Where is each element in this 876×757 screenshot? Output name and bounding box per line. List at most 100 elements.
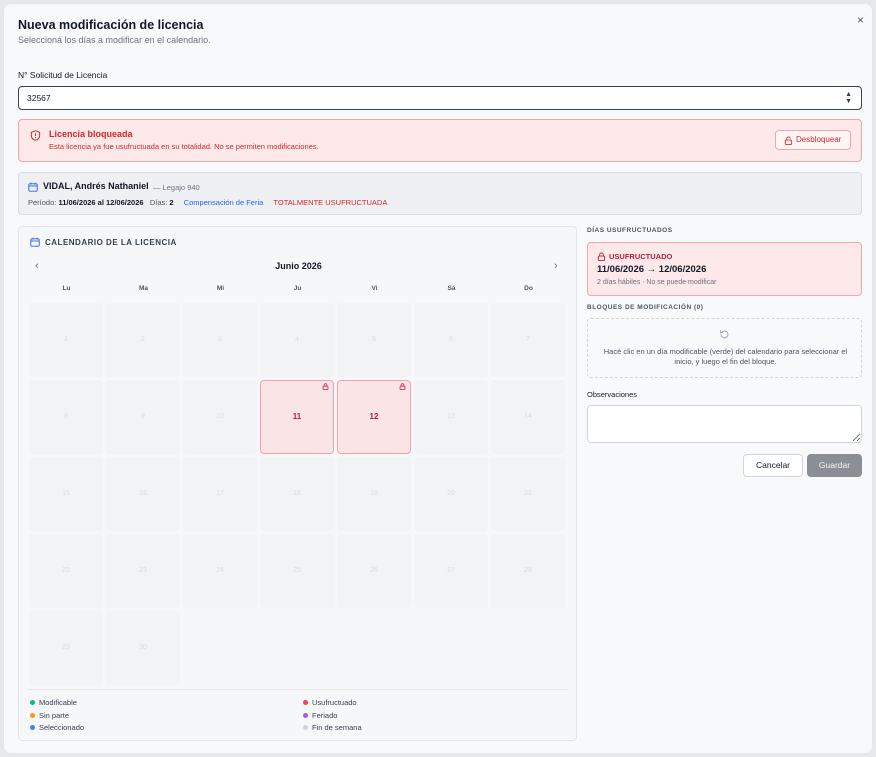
weekday-label: Sá xyxy=(447,285,456,292)
calendar-day[interactable]: 29 xyxy=(29,611,103,685)
used-range: 11/06/2026 → 12/06/2026 xyxy=(597,264,707,275)
weekday-label: Ju xyxy=(293,285,302,292)
day-number: 25 xyxy=(293,567,301,574)
calendar-day[interactable]: 6 xyxy=(414,303,488,377)
calendar-day[interactable]: 13 xyxy=(414,380,488,454)
modal-subtitle: Seleccioná los días a modificar en el ca… xyxy=(18,35,211,45)
observations-input[interactable] xyxy=(587,405,862,443)
save-button[interactable]: Guardar xyxy=(807,454,862,477)
period-value: 11/06/2026 al 12/06/2026 xyxy=(58,198,144,207)
calendar-day[interactable]: 14 xyxy=(491,380,565,454)
calendar-day[interactable]: 19 xyxy=(337,457,411,531)
modal-dialog: Nueva modificación de licencia Seleccion… xyxy=(3,3,873,754)
calendar-day[interactable]: 18 xyxy=(260,457,334,531)
day-number: 27 xyxy=(447,567,455,574)
calendar-day[interactable]: 4 xyxy=(260,303,334,377)
day-number: 18 xyxy=(293,490,301,497)
day-number: 2 xyxy=(141,336,145,343)
calendar-day[interactable]: 17 xyxy=(183,457,257,531)
locked-alert: Licencia bloqueada Esta licencia ya fue … xyxy=(18,119,862,162)
alert-description: Esta licencia ya fue usufructuada en su … xyxy=(49,142,319,151)
day-number: 26 xyxy=(370,567,378,574)
legend-label: Seleccionado xyxy=(39,723,85,732)
calendar-day[interactable]: 3 xyxy=(183,303,257,377)
weekday-label: Mi xyxy=(216,285,225,292)
calendar-icon xyxy=(30,237,40,247)
weekday-label: Lu xyxy=(62,285,71,292)
used-days-card: USUFRUCTUADO 11/06/2026 → 12/06/2026 2 d… xyxy=(587,242,862,296)
day-number: 12 xyxy=(369,412,379,421)
legend-dot-icon xyxy=(30,712,35,718)
calendar-icon xyxy=(28,182,38,192)
day-number: 1 xyxy=(64,336,68,343)
legend-dot-icon xyxy=(303,700,308,705)
calendar-day[interactable]: 26 xyxy=(337,534,411,608)
employee-legajo: — Legajo 940 xyxy=(153,183,200,192)
day-number: 7 xyxy=(526,336,530,343)
calendar-day[interactable]: 1 xyxy=(29,303,103,377)
calendar-day[interactable]: 9 xyxy=(106,380,180,454)
cancel-button[interactable]: Cancelar xyxy=(743,454,803,477)
calendar-day[interactable]: 24 xyxy=(183,534,257,608)
calendar-day-used[interactable]: 12 xyxy=(337,380,411,454)
calendar-day[interactable]: 27 xyxy=(414,534,488,608)
day-number: 29 xyxy=(62,644,70,651)
legend-label: Fin de semana xyxy=(312,723,362,732)
weekday-label: Vi xyxy=(371,285,378,292)
request-select[interactable]: 32567 ▲ ▼ xyxy=(18,86,862,110)
calendar-day[interactable]: 21 xyxy=(491,457,565,531)
legend-item: Modificable xyxy=(30,698,77,707)
unlock-label: Desbloquear xyxy=(796,135,842,144)
day-number: 17 xyxy=(216,490,224,497)
legend-item: Feriado xyxy=(303,711,337,720)
calendar-day[interactable]: 28 xyxy=(491,534,565,608)
day-number: 23 xyxy=(139,567,147,574)
day-number: 22 xyxy=(62,567,70,574)
lock-icon xyxy=(322,383,329,391)
used-tag: USUFRUCTUADO xyxy=(609,252,673,261)
calendar-day[interactable]: 16 xyxy=(106,457,180,531)
request-value: 32567 xyxy=(27,93,51,103)
calendar-panel: CALENDARIO DE LA LICENCIA ‹ › Junio 2026… xyxy=(18,226,577,741)
calendar-header: CALENDARIO DE LA LICENCIA xyxy=(30,237,177,247)
day-number: 4 xyxy=(295,336,299,343)
calendar-day[interactable]: 7 xyxy=(491,303,565,377)
employee-card: VIDAL, Andrés Nathaniel — Legajo 940 Per… xyxy=(18,172,862,215)
day-number: 24 xyxy=(216,567,224,574)
calendar-day[interactable]: 23 xyxy=(106,534,180,608)
day-number: 8 xyxy=(64,413,68,420)
calendar-day-used[interactable]: 11 xyxy=(260,380,334,454)
license-summary: Período: 11/06/2026 al 12/06/2026 Días: … xyxy=(28,198,387,207)
modal-title: Nueva modificación de licencia xyxy=(18,18,204,32)
calendar-day[interactable]: 30 xyxy=(106,611,180,685)
blocks-empty-state: Hacé clic en un día modificable (verde) … xyxy=(587,318,862,378)
legend-item: Sin parte xyxy=(30,711,69,720)
unlock-button[interactable]: Desbloquear xyxy=(775,130,851,150)
chevron-up-down-icon: ▲ ▼ xyxy=(845,91,852,105)
days-label: Días: xyxy=(149,198,168,207)
calendar-day[interactable]: 8 xyxy=(29,380,103,454)
license-status: TOTALMENTE USUFRUCTUADA xyxy=(273,198,388,207)
calendar-day[interactable]: 2 xyxy=(106,303,180,377)
legend-item: Seleccionado xyxy=(30,723,84,732)
blocks-hint: Hacé clic en un día modificable (verde) … xyxy=(603,347,848,366)
legend-label: Usufructuado xyxy=(312,698,357,707)
day-number: 30 xyxy=(139,644,147,651)
legend-label: Sin parte xyxy=(39,710,70,720)
close-icon[interactable]: × xyxy=(857,13,864,27)
calendar-day[interactable]: 5 xyxy=(337,303,411,377)
calendar-day[interactable]: 15 xyxy=(29,457,103,531)
legend-dot-icon xyxy=(30,725,35,730)
alert-title: Licencia bloqueada xyxy=(49,129,133,139)
legend-item: Fin de semana xyxy=(303,723,362,732)
weekday-label: Do xyxy=(524,285,533,292)
day-number: 5 xyxy=(372,336,376,343)
lock-icon xyxy=(399,383,406,391)
calendar-day[interactable]: 22 xyxy=(29,534,103,608)
calendar-day[interactable]: 10 xyxy=(183,380,257,454)
day-number: 21 xyxy=(524,490,532,497)
legend-label: Modificable xyxy=(39,698,77,707)
calendar-day[interactable]: 25 xyxy=(260,534,334,608)
blocks-title: BLOQUES DE MODIFICACIÓN (0) xyxy=(587,304,704,311)
calendar-day[interactable]: 20 xyxy=(414,457,488,531)
